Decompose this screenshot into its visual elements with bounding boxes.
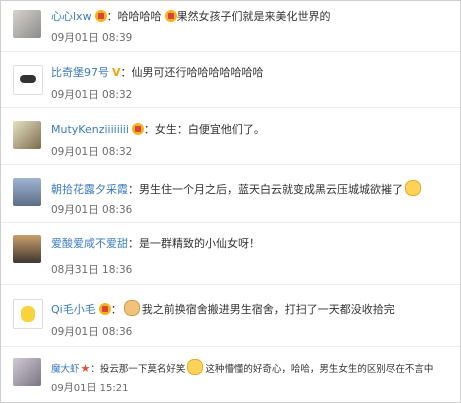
doge-emoji-icon — [123, 300, 140, 316]
colon: ： — [110, 303, 122, 316]
verified-v-icon: V — [112, 66, 121, 79]
member-crown-icon — [131, 123, 144, 135]
username-link[interactable]: MutyKenziiiiiiii — [51, 123, 129, 136]
list-item: 心心lxw ：哈哈哈哈 果然女孩子们就是来美化世界的 09月01日 08:39 — [1, 1, 460, 52]
comment-text: 哈哈哈哈 — [117, 10, 162, 23]
colon: ： — [120, 66, 132, 79]
avatar[interactable] — [13, 235, 41, 263]
avatar[interactable] — [13, 121, 41, 149]
cartoon-face-icon — [20, 75, 36, 83]
crown-emoji-icon — [164, 10, 177, 22]
comment-text: 是一群精致的小仙女呀！ — [139, 237, 260, 250]
username-link[interactable]: 爱酸爱咸不爱甜 — [51, 237, 128, 250]
colon: ： — [128, 237, 139, 250]
comment-list: 心心lxw ：哈哈哈哈 果然女孩子们就是来美化世界的 09月01日 08:39 比奇… — [0, 0, 461, 403]
comment-line: 爱酸爱咸不爱甜：是一群精致的小仙女呀！ — [51, 237, 260, 251]
comment-text: 仙男可还行哈哈哈哈哈哈哈 — [131, 66, 264, 79]
timestamp: 08月31日 18:36 — [51, 264, 133, 276]
username-link[interactable]: 心心lxw — [51, 10, 92, 23]
pikachu-icon — [21, 306, 35, 322]
avatar[interactable] — [13, 178, 41, 206]
list-item: 魔大虾★：投云那一下莫名好笑 这种懵懂的好奇心，哈哈，男生女生的区别尽在不言中 0… — [1, 346, 460, 402]
thinking-emoji-icon — [187, 359, 204, 375]
timestamp: 09月01日 08:36 — [51, 204, 133, 216]
member-crown-icon — [98, 303, 111, 315]
comment-line: Qi毛小毛 ： 我之前换宿舍搬进男生宿舍，打扫了一天都没收拾完 — [51, 300, 395, 317]
comment-text-cont: 这种懵懂的好奇心，哈哈，男生女生的区别尽在不言中 — [205, 364, 434, 375]
comment-text: 男生住一个月之后，蓝天白云就变成黑云压城城欲摧了 — [139, 183, 403, 196]
username-link[interactable]: 朝拾花露夕采霞 — [51, 183, 128, 196]
username-link[interactable]: 魔大虾 — [51, 364, 80, 375]
username-link[interactable]: Qi毛小毛 — [51, 303, 96, 316]
list-item: 比奇堡97号 V：仙男可还行哈哈哈哈哈哈哈 09月01日 08:32 — [1, 51, 460, 108]
timestamp: 09月01日 08:32 — [51, 89, 133, 101]
timestamp: 09月01日 08:36 — [51, 326, 133, 338]
comment-text: 女生：白便宜他们了。 — [154, 123, 265, 136]
colon: ： — [106, 10, 118, 23]
comment-line: 朝拾花露夕采霞：男生住一个月之后，蓝天白云就变成黑云压城城欲摧了 — [51, 180, 423, 197]
list-item: 爱酸爱咸不爱甜：是一群精致的小仙女呀！ 08月31日 18:36 — [1, 222, 460, 285]
avatar[interactable] — [13, 10, 41, 38]
avatar[interactable] — [13, 358, 41, 386]
avatar[interactable] — [13, 65, 43, 95]
timestamp: 09月01日 08:32 — [51, 146, 133, 158]
timestamp: 09月01日 15:21 — [51, 383, 129, 394]
comment-text-cont: 果然女孩子们就是来美化世界的 — [176, 10, 331, 23]
colon: ： — [143, 123, 155, 136]
username-link[interactable]: 比奇堡97号 — [51, 66, 109, 79]
list-item: MutyKenziiiiiiii ：女生：白便宜他们了。 09月01日 08:32 — [1, 107, 460, 165]
comment-text: 投云那一下莫名好笑 — [99, 364, 186, 375]
list-item: 朝拾花露夕采霞：男生住一个月之后，蓝天白云就变成黑云压城城欲摧了 09月01日 … — [1, 164, 460, 223]
member-crown-icon — [94, 10, 107, 22]
comment-line: MutyKenziiiiiiii ：女生：白便宜他们了。 — [51, 123, 265, 137]
star-icon: ★ — [80, 362, 91, 375]
avatar[interactable] — [13, 299, 43, 329]
thinking-emoji-icon — [405, 180, 421, 196]
timestamp: 09月01日 08:39 — [51, 32, 133, 44]
comment-line: 心心lxw ：哈哈哈哈 果然女孩子们就是来美化世界的 — [51, 10, 331, 24]
comment-line: 魔大虾★：投云那一下莫名好笑 这种懵懂的好奇心，哈哈，男生女生的区别尽在不言中 — [51, 359, 433, 377]
colon: ： — [90, 364, 100, 375]
list-item: Qi毛小毛 ： 我之前换宿舍搬进男生宿舍，打扫了一天都没收拾完 09月01日 08:… — [1, 284, 460, 347]
colon: ： — [128, 183, 139, 196]
comment-text: 我之前换宿舍搬进男生宿舍，打扫了一天都没收拾完 — [141, 303, 395, 316]
comment-line: 比奇堡97号 V：仙男可还行哈哈哈哈哈哈哈 — [51, 66, 264, 80]
